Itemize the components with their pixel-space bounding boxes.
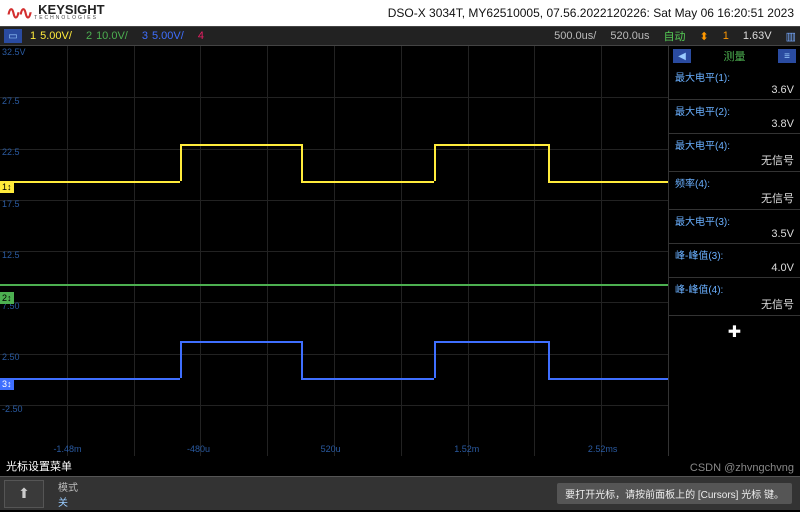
- title-bar: ∿∿ KEYSIGHT TECHNOLOGIES DSO-X 3034T, MY…: [0, 0, 800, 26]
- measurement-label: 峰-峰值(4):: [675, 281, 794, 296]
- measurement-label: 峰-峰值(3):: [675, 247, 794, 262]
- x-tick: -480u: [187, 444, 210, 454]
- measurement-value: 无信号: [675, 296, 794, 312]
- channel-bar: ▭ 15.00V/ 210.0V/ 35.00V/ 4 500.0us/ 520…: [0, 26, 800, 46]
- panel-title: 测量: [724, 48, 746, 64]
- main-area: 32.5V 27.5 22.5 17.5 12.5 7.50 2.50 -2.5…: [0, 46, 800, 456]
- measurement-item[interactable]: 最大电平(4):无信号: [669, 134, 800, 172]
- measurement-value: 3.8V: [675, 118, 794, 130]
- time-pos[interactable]: 520.0us: [610, 30, 649, 42]
- channel-3[interactable]: 35.00V/: [138, 30, 194, 42]
- measurement-item[interactable]: 峰-峰值(4):无信号: [669, 278, 800, 316]
- device-info: DSO-X 3034T, MY62510005, 07.56.202212022…: [388, 6, 794, 20]
- measurement-item[interactable]: 最大电平(1):3.6V: [669, 66, 800, 100]
- measurement-value: 3.5V: [675, 228, 794, 240]
- trigger-channel[interactable]: 1: [723, 30, 729, 42]
- ch3-trace: [0, 378, 180, 380]
- add-measurement[interactable]: ✚: [669, 316, 800, 348]
- x-tick: 1.52m: [454, 444, 479, 454]
- cursor-menu-title: 光标设置菜单: [0, 456, 800, 476]
- panel-menu-icon[interactable]: ≡: [778, 49, 796, 63]
- y-tick: 32.5V: [2, 47, 26, 57]
- menu-icon[interactable]: ▭: [4, 29, 22, 43]
- measurement-value: 无信号: [675, 190, 794, 206]
- measurement-item[interactable]: 频率(4):无信号: [669, 172, 800, 210]
- measurement-label: 最大电平(4):: [675, 137, 794, 152]
- channel-4[interactable]: 4: [194, 30, 218, 42]
- measurement-label: 频率(4):: [675, 175, 794, 190]
- measurement-value: 无信号: [675, 152, 794, 168]
- mode-label: 模式: [58, 479, 78, 494]
- y-tick: 27.5: [2, 96, 20, 106]
- x-tick: -1.48m: [53, 444, 81, 454]
- timebase: 500.0us/ 520.0us 自动 ⬍ 1 1.63V ▥: [554, 28, 800, 44]
- ch1-trace: [0, 181, 180, 183]
- x-tick: 520u: [321, 444, 341, 454]
- brand-sub: TECHNOLOGIES: [34, 15, 104, 21]
- measurement-label: 最大电平(2):: [675, 103, 794, 118]
- channel-1[interactable]: 15.00V/: [26, 30, 82, 42]
- x-tick: 2.52ms: [588, 444, 618, 454]
- y-tick: 12.5: [2, 250, 20, 260]
- measurement-item[interactable]: 最大电平(2):3.8V: [669, 100, 800, 134]
- y-tick: -2.50: [2, 404, 23, 414]
- measurement-label: 最大电平(1):: [675, 69, 794, 84]
- panel-left-icon[interactable]: ◀: [673, 49, 691, 63]
- ch2-trace: [0, 284, 668, 286]
- brand-logo: ∿∿ KEYSIGHT TECHNOLOGIES: [6, 3, 105, 24]
- measurement-item[interactable]: 峰-峰值(3):4.0V: [669, 244, 800, 278]
- waveform-grid[interactable]: 32.5V 27.5 22.5 17.5 12.5 7.50 2.50 -2.5…: [0, 46, 668, 456]
- measurement-label: 最大电平(3):: [675, 213, 794, 228]
- logo-wave-icon: ∿∿: [6, 3, 30, 24]
- y-tick: 17.5: [2, 199, 20, 209]
- y-tick: 2.50: [2, 352, 20, 362]
- measurement-item[interactable]: 最大电平(3):3.5V: [669, 210, 800, 244]
- trigger-level[interactable]: 1.63V: [743, 30, 772, 42]
- ch2-ground-icon: 2↕: [0, 292, 14, 304]
- trigger-edge-icon[interactable]: ⬍: [700, 30, 709, 43]
- graph-icon[interactable]: ▥: [786, 30, 796, 43]
- acq-mode[interactable]: 自动: [664, 28, 686, 44]
- mode-value: 关: [58, 494, 78, 509]
- measurement-value: 4.0V: [675, 262, 794, 274]
- channel-2[interactable]: 210.0V/: [82, 30, 138, 42]
- cursor-hint: 要打开光标，请按前面板上的 [Cursors] 光标 键。: [557, 483, 792, 504]
- mode-selector[interactable]: 模式 关: [48, 477, 88, 511]
- bottom-bar: ⬆ 模式 关 要打开光标，请按前面板上的 [Cursors] 光标 键。: [0, 476, 800, 510]
- time-div[interactable]: 500.0us/: [554, 30, 596, 42]
- measurement-value: 3.6V: [675, 84, 794, 96]
- brand-name: KEYSIGHT: [38, 5, 104, 15]
- watermark: CSDN @zhvngchvng: [690, 462, 794, 474]
- back-button[interactable]: ⬆: [4, 480, 44, 508]
- measurement-panel: ◀ 测量 ≡ 最大电平(1):3.6V最大电平(2):3.8V最大电平(4):无…: [668, 46, 800, 456]
- y-tick: 22.5: [2, 147, 20, 157]
